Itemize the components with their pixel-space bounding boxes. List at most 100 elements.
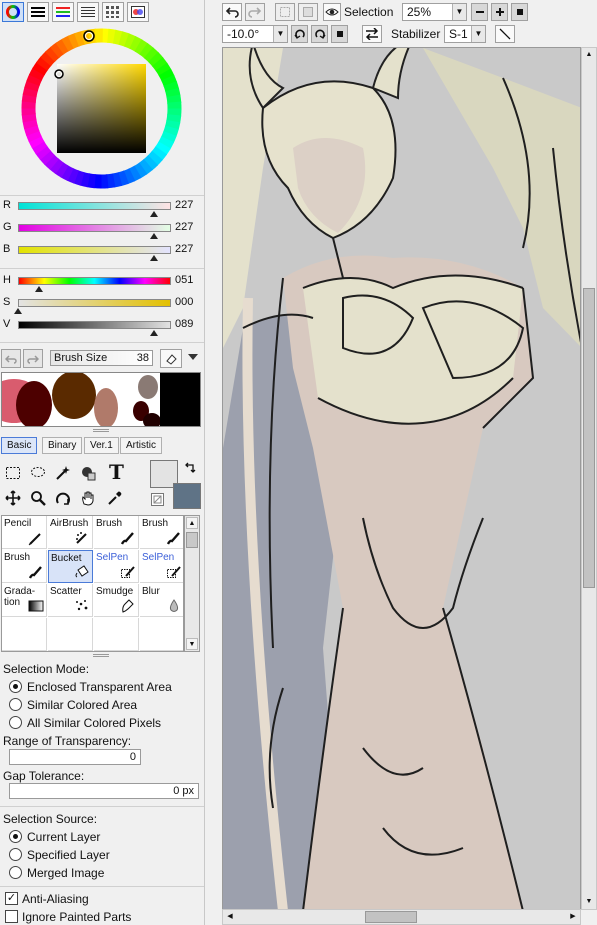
selection_mode-radio-2[interactable] [9,716,22,729]
splitter-grip[interactable] [93,429,109,432]
color-wheel[interactable] [20,27,183,190]
rgb-sliders-tab-icon[interactable] [27,2,49,22]
brush-list[interactable]: Pencil AirBrush Brush Brush Brush Bucket… [1,515,184,652]
r-slider-thumb[interactable] [150,211,159,217]
horizontal-scroll-thumb[interactable] [365,911,417,923]
show-selection-icon[interactable] [323,3,341,21]
b-slider-thumb[interactable] [150,255,159,261]
h-slider-thumb[interactable] [35,286,44,292]
v-slider-thumb[interactable] [150,330,159,336]
brush-slot-empty[interactable] [94,618,139,651]
canvas-vertical-scrollbar[interactable]: ▲ ▼ [581,47,597,910]
tool-tab-artistic[interactable]: Artistic [120,437,162,454]
scratchpad-canvas[interactable] [1,372,201,427]
swatches-tab-icon[interactable] [102,2,124,22]
swap-colors-icon[interactable] [183,462,197,479]
selection_source-radio-0[interactable] [9,830,22,843]
canvas-viewport[interactable] [222,47,581,910]
zoom-in-icon[interactable] [491,3,508,21]
brush-slot-selpen[interactable]: SelPen [94,550,139,583]
undo-small-icon[interactable] [1,349,21,368]
brush-slot-brush[interactable]: Brush [140,516,183,549]
navigator-undo-icon[interactable] [222,3,242,21]
ignore-painted-checkbox[interactable] [5,910,18,923]
selection_source-radio-1[interactable] [9,848,22,861]
g-slider[interactable] [18,224,171,232]
tool-tab-ver1[interactable]: Ver.1 [84,437,119,454]
magic-wand-icon[interactable] [52,462,74,483]
redo-small-icon[interactable] [23,349,43,368]
invert-selection-icon[interactable] [298,3,318,21]
anti-aliasing-checkbox[interactable]: ✓ [5,892,18,905]
brush-slot-gradation[interactable]: Grada- tion [2,584,47,617]
zoom-reset-icon[interactable] [511,3,528,21]
lasso-icon[interactable] [27,462,49,483]
h-slider[interactable] [18,277,171,285]
brush-slot-brush[interactable]: Brush [94,516,139,549]
zoom-out-icon[interactable] [471,3,488,21]
brush-slot-empty[interactable] [140,618,183,651]
s-slider-thumb[interactable] [14,308,22,314]
brush-slot-scatter[interactable]: Scatter [48,584,93,617]
scratchpad-tab-icon[interactable] [127,2,149,22]
brush-slot-selpen[interactable]: SelPen [140,550,183,583]
brush-slot-brush[interactable]: Brush [2,550,47,583]
hsv-sliders-tab-icon[interactable] [52,2,74,22]
s-slider[interactable] [18,299,171,307]
zoom-tool-icon[interactable] [27,487,49,508]
b-slider[interactable] [18,246,171,254]
selpen-icon [167,566,181,578]
brush-slot-blur[interactable]: Blur [140,584,183,617]
vertical-scroll-thumb[interactable] [583,288,595,588]
gap-tolerance-field[interactable]: 0 px [9,783,199,799]
splitter-grip-2[interactable] [93,654,109,657]
brush-slot-empty[interactable] [48,618,93,651]
brush-size-slider[interactable]: Brush Size 38 [50,350,153,366]
scroll-right-icon[interactable]: ▶ [567,911,579,923]
deselect-icon[interactable] [275,3,295,21]
r-slider[interactable] [18,202,171,210]
selection_mode-radio-0[interactable] [9,680,22,693]
navigator-redo-icon[interactable] [245,3,265,21]
brush-slot-airbrush[interactable]: AirBrush [48,516,93,549]
rotate-tool-icon[interactable] [52,487,74,508]
stabilizer-dropdown[interactable]: S-1 ▼ [444,25,486,43]
g-slider-thumb[interactable] [150,233,159,239]
brush-list-scrollbar[interactable]: ▲ ▼ [184,515,200,652]
v-slider[interactable] [18,321,171,329]
brush-slot-label: SelPen [142,552,175,563]
scroll-down-icon[interactable]: ▼ [583,896,595,908]
color-mixer-tab-icon[interactable] [77,2,99,22]
secondary-color-swatch[interactable] [173,483,201,509]
scroll-left-icon[interactable]: ◀ [224,911,236,923]
rotation-dropdown[interactable]: -10.0° ▼ [222,25,288,43]
brush-slot-bucket[interactable]: Bucket [48,550,93,583]
tool-tab-binary[interactable]: Binary [42,437,83,454]
transparent-color-icon[interactable] [151,493,164,506]
flip-horizontal-icon[interactable] [362,25,382,43]
eraser-toggle-icon[interactable] [160,349,182,368]
brush-size-dropdown-icon[interactable] [188,354,198,360]
rotate-ccw-icon[interactable] [291,25,308,43]
scroll-up-icon[interactable]: ▲ [583,49,595,61]
rotation-reset-icon[interactable] [331,25,348,43]
canvas-horizontal-scrollbar[interactable]: ◀ ▶ [222,909,581,925]
selection_mode-radio-1[interactable] [9,698,22,711]
brush-size-value: 38 [136,352,149,364]
line-stabilizer-icon[interactable] [495,25,515,43]
range-transparency-field[interactable]: 0 [9,749,141,765]
rotate-cw-icon[interactable] [311,25,328,43]
brush-slot-smudge[interactable]: Smudge [94,584,139,617]
shape-select-icon[interactable] [77,462,99,483]
tool-tab-basic[interactable]: Basic [1,437,38,454]
brush-slot-empty[interactable] [2,618,47,651]
rect-select-icon[interactable] [2,462,24,483]
selection_source-radio-2[interactable] [9,866,22,879]
color-wheel-tab-icon[interactable] [2,2,24,22]
zoom-dropdown[interactable]: 25% ▼ [402,3,467,21]
eyedropper-tool-icon[interactable] [104,487,126,508]
hand-tool-icon[interactable] [77,487,99,508]
text-tool-icon[interactable]: T [104,460,130,484]
brush-slot-pencil[interactable]: Pencil [2,516,47,549]
move-tool-icon[interactable] [2,487,24,508]
